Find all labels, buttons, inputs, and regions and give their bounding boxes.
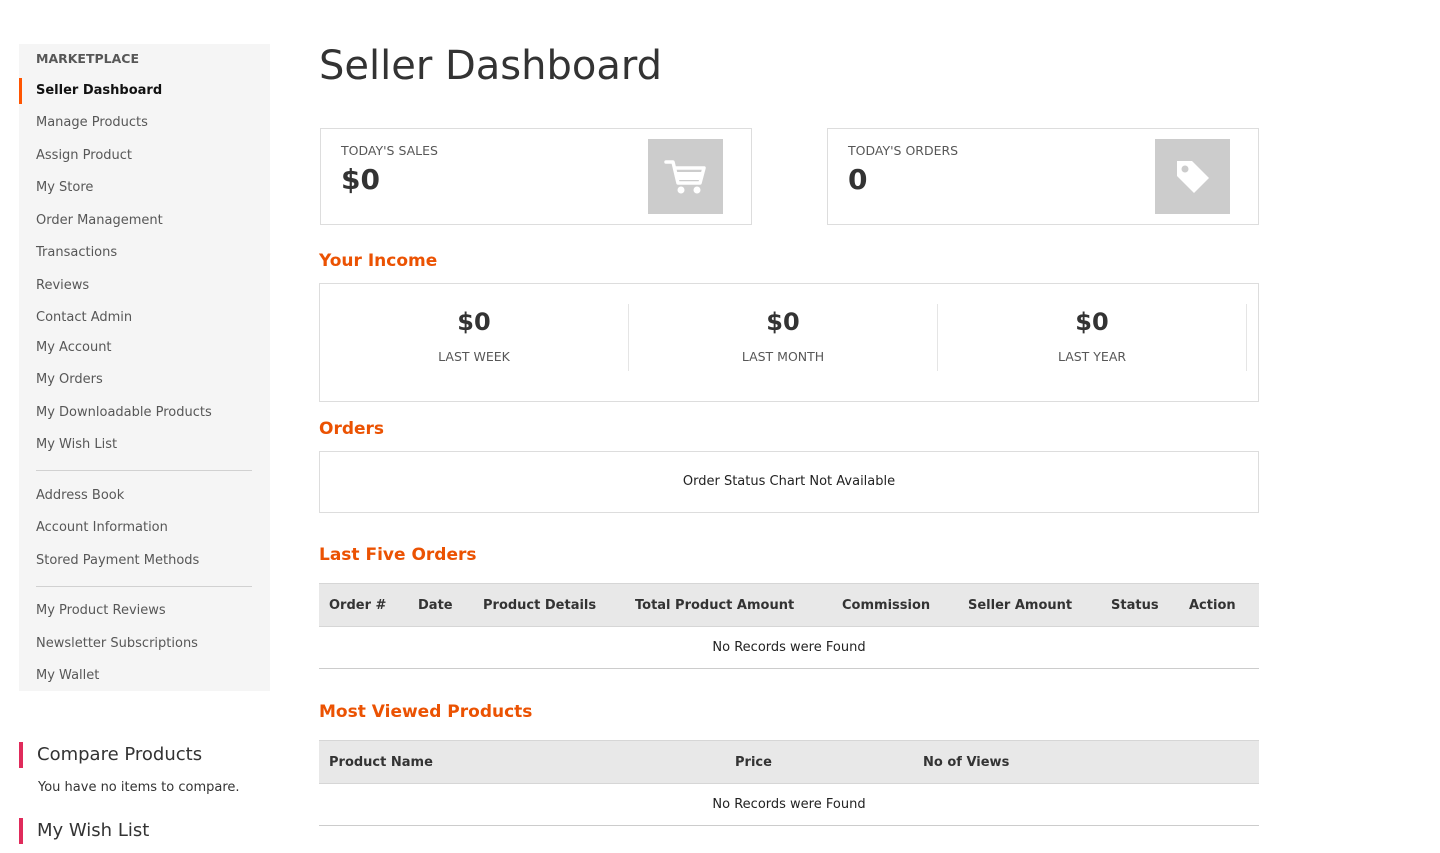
orders-title: Orders: [319, 419, 385, 439]
sidebar-item-my-product-reviews[interactable]: My Product Reviews: [19, 598, 270, 624]
column-header-commission: Commission: [832, 583, 958, 627]
column-header-product-name: Product Name: [319, 740, 725, 784]
sidebar-item-assign-product[interactable]: Assign Product: [19, 143, 270, 169]
todays-orders-card: TODAY'S ORDERS 0: [827, 128, 1259, 225]
income-last-month: $0 LAST MONTH: [629, 304, 938, 371]
most-viewed-products-table: Product Name Price No of Views No Record…: [319, 740, 1259, 826]
income-label: LAST WEEK: [438, 349, 510, 364]
sidebar-item-order-management[interactable]: Order Management: [19, 208, 270, 234]
wishlist-block-title: My Wish List: [19, 818, 149, 844]
column-header-product-details: Product Details: [473, 583, 625, 627]
sidebar-item-stored-payment-methods[interactable]: Stored Payment Methods: [19, 548, 270, 574]
sidebar-item-newsletter-subscriptions[interactable]: Newsletter Subscriptions: [19, 631, 270, 657]
todays-sales-card: TODAY'S SALES $0: [320, 128, 752, 225]
income-last-week: $0 LAST WEEK: [320, 304, 629, 371]
sidebar-item-my-downloadable-products[interactable]: My Downloadable Products: [19, 400, 270, 426]
order-status-chart-placeholder: Order Status Chart Not Available: [319, 451, 1259, 513]
empty-records-message: No Records were Found: [319, 783, 1259, 826]
todays-orders-value: 0: [848, 163, 868, 196]
compare-products-title: Compare Products: [19, 742, 202, 768]
sidebar-item-my-store[interactable]: My Store: [19, 175, 270, 201]
table-row: No Records were Found: [319, 783, 1259, 826]
compare-products-empty-text: You have no items to compare.: [38, 780, 240, 795]
sidebar-item-address-book[interactable]: Address Book: [19, 483, 270, 509]
column-header-order-number: Order #: [319, 583, 408, 627]
your-income-title: Your Income: [319, 251, 438, 271]
column-header-price: Price: [725, 740, 913, 784]
todays-sales-label: TODAY'S SALES: [341, 143, 438, 158]
sidebar-item-seller-dashboard[interactable]: Seller Dashboard: [19, 78, 270, 104]
last-five-orders-table: Order # Date Product Details Total Produ…: [319, 583, 1259, 669]
sidebar-item-my-wallet[interactable]: My Wallet: [19, 663, 270, 689]
column-header-seller-amount: Seller Amount: [958, 583, 1101, 627]
sidebar-item-my-orders[interactable]: My Orders: [19, 367, 270, 393]
last-five-orders-title: Last Five Orders: [319, 545, 477, 565]
most-viewed-products-title: Most Viewed Products: [319, 702, 533, 722]
sidebar-item-account-information[interactable]: Account Information: [19, 515, 270, 541]
income-value: $0: [1075, 308, 1109, 336]
income-value: $0: [457, 308, 491, 336]
empty-records-message: No Records were Found: [319, 626, 1259, 669]
column-header-date: Date: [408, 583, 473, 627]
sidebar-item-my-account[interactable]: My Account: [19, 335, 270, 361]
income-label: LAST YEAR: [1057, 349, 1127, 364]
sidebar-item-manage-products[interactable]: Manage Products: [19, 110, 270, 136]
sidebar-item-my-wish-list[interactable]: My Wish List: [19, 432, 270, 458]
cart-icon: [648, 139, 723, 214]
sidebar-item-transactions[interactable]: Transactions: [19, 240, 270, 266]
sidebar-item-reviews[interactable]: Reviews: [19, 273, 270, 299]
todays-sales-value: $0: [341, 163, 380, 196]
tag-icon: [1155, 139, 1230, 214]
income-panel: $0 LAST WEEK $0 LAST MONTH $0 LAST YEAR: [319, 283, 1259, 402]
column-header-action: Action: [1179, 583, 1259, 627]
column-header-no-of-views: No of Views: [913, 740, 1259, 784]
income-last-year: $0 LAST YEAR: [938, 304, 1247, 371]
sidebar-heading: MARKETPLACE: [36, 51, 140, 66]
sidebar-divider: [36, 586, 252, 587]
todays-orders-label: TODAY'S ORDERS: [848, 143, 959, 158]
column-header-total-product-amount: Total Product Amount: [625, 583, 832, 627]
sidebar-divider: [36, 470, 252, 471]
page-title: Seller Dashboard: [319, 43, 663, 89]
income-value: $0: [766, 308, 800, 336]
sidebar-item-contact-admin[interactable]: Contact Admin: [19, 305, 270, 331]
column-header-status: Status: [1101, 583, 1179, 627]
account-sidebar: MARKETPLACE Seller Dashboard Manage Prod…: [19, 44, 270, 691]
income-label: LAST MONTH: [741, 349, 825, 364]
table-row: No Records were Found: [319, 626, 1259, 669]
